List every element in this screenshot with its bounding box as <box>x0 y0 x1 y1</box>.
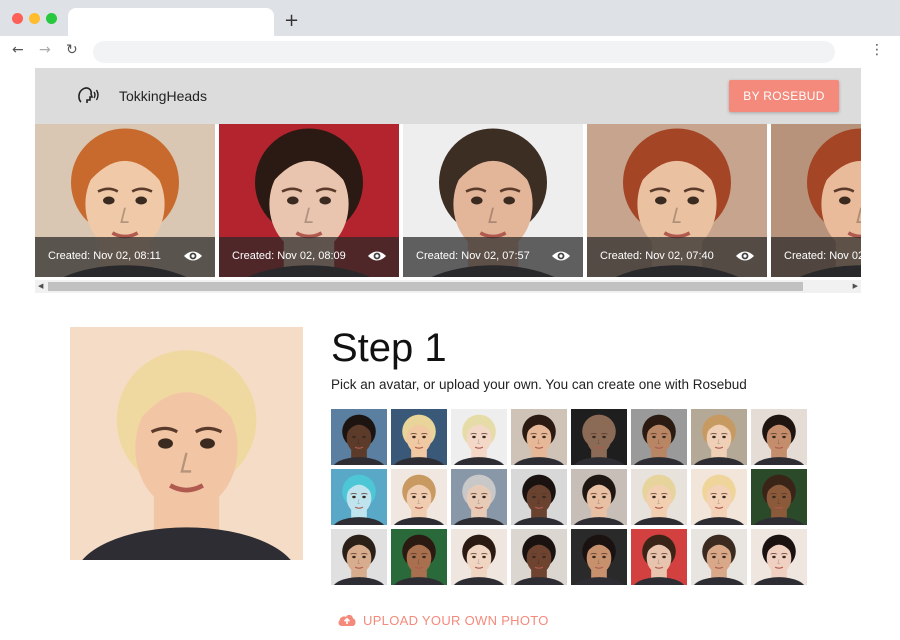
address-bar[interactable] <box>93 41 835 63</box>
maximize-window-button[interactable] <box>46 13 57 24</box>
avatar-option[interactable] <box>631 409 687 465</box>
close-window-button[interactable] <box>12 13 23 24</box>
avatar-thumbnail <box>751 409 807 465</box>
gallery-card[interactable]: Created: Nov 02, 08:11 <box>35 124 215 277</box>
avatar-option[interactable] <box>751 469 807 525</box>
upload-label: UPLOAD YOUR OWN PHOTO <box>363 612 549 628</box>
gallery-caption: Created: Nov 02 <box>771 237 861 277</box>
avatar-option[interactable] <box>391 469 447 525</box>
avatar-option[interactable] <box>691 469 747 525</box>
scroll-right-arrow-icon[interactable]: ▶ <box>853 282 858 290</box>
avatar-thumbnail <box>571 409 627 465</box>
avatar-option[interactable] <box>451 409 507 465</box>
avatar-thumbnail <box>751 469 807 525</box>
avatar-option[interactable] <box>331 409 387 465</box>
avatar-thumbnail <box>751 529 807 585</box>
view-eye-icon[interactable] <box>551 249 571 263</box>
talking-head-icon <box>78 87 99 103</box>
gallery-caption: Created: Nov 02, 07:40 <box>587 237 767 277</box>
avatar-option[interactable] <box>571 529 627 585</box>
step-instructions: Pick an avatar, or upload your own. You … <box>331 377 747 392</box>
avatar-option[interactable] <box>391 529 447 585</box>
avatar-option[interactable] <box>631 529 687 585</box>
avatar-option[interactable] <box>511 469 567 525</box>
upload-photo-button[interactable]: UPLOAD YOUR OWN PHOTO <box>337 612 549 628</box>
avatar-option[interactable] <box>631 469 687 525</box>
cloud-upload-icon <box>338 614 356 626</box>
avatar-thumbnail <box>631 469 687 525</box>
created-timestamp: Created: Nov 02, 08:09 <box>232 250 346 262</box>
avatar-thumbnail <box>571 529 627 585</box>
minimize-window-button[interactable] <box>29 13 40 24</box>
gallery-scrollbar[interactable]: ◀ ▶ <box>35 280 861 293</box>
avatar-thumbnail <box>691 469 747 525</box>
avatar-option[interactable] <box>331 529 387 585</box>
avatar-option[interactable] <box>751 409 807 465</box>
avatar-thumbnail <box>391 469 447 525</box>
gallery-card[interactable]: Created: Nov 02, 07:57 <box>403 124 583 277</box>
avatar-option[interactable] <box>451 529 507 585</box>
avatar-option[interactable] <box>511 529 567 585</box>
app-header: TokkingHeads BY ROSEBUD <box>35 68 861 124</box>
avatar-option[interactable] <box>571 409 627 465</box>
browser-tab[interactable] <box>68 8 274 38</box>
avatar-thumbnail <box>631 529 687 585</box>
avatar-option[interactable] <box>391 409 447 465</box>
scroll-left-arrow-icon[interactable]: ◀ <box>38 282 43 290</box>
forward-button[interactable]: → <box>39 42 51 58</box>
avatar-thumbnail <box>391 529 447 585</box>
back-button[interactable]: ← <box>12 42 24 58</box>
avatar-option[interactable] <box>691 529 747 585</box>
gallery-card[interactable]: Created: Nov 02, 07:40 <box>587 124 767 277</box>
avatar-thumbnail <box>451 529 507 585</box>
preview-portrait <box>70 327 303 560</box>
avatar-option[interactable] <box>571 469 627 525</box>
reload-button[interactable]: ↻ <box>66 42 78 58</box>
avatar-option[interactable] <box>751 529 807 585</box>
selected-avatar-preview <box>70 327 303 560</box>
created-timestamp: Created: Nov 02, 07:57 <box>416 250 530 262</box>
view-eye-icon[interactable] <box>735 249 755 263</box>
new-tab-button[interactable]: + <box>284 10 299 31</box>
window-controls <box>12 13 57 24</box>
avatar-thumbnail <box>691 529 747 585</box>
view-eye-icon[interactable] <box>367 249 387 263</box>
avatar-thumbnail <box>331 409 387 465</box>
gallery-card[interactable]: Created: Nov 02 <box>771 124 861 277</box>
avatar-thumbnail <box>391 409 447 465</box>
step-title: Step 1 <box>331 326 447 370</box>
gallery-caption: Created: Nov 02, 08:09 <box>219 237 399 277</box>
avatar-thumbnail <box>571 469 627 525</box>
created-timestamp: Created: Nov 02 <box>784 250 861 262</box>
avatar-thumbnail <box>331 529 387 585</box>
gallery-card[interactable]: Created: Nov 02, 08:09 <box>219 124 399 277</box>
avatar-thumbnail <box>451 469 507 525</box>
by-rosebud-button[interactable]: BY ROSEBUD <box>729 80 839 112</box>
avatar-option[interactable] <box>511 409 567 465</box>
avatar-option[interactable] <box>691 409 747 465</box>
created-timestamp: Created: Nov 02, 07:40 <box>600 250 714 262</box>
recent-creations-gallery: Created: Nov 02, 08:11 Created: Nov 02, 0… <box>35 124 861 280</box>
avatar-thumbnail <box>691 409 747 465</box>
view-eye-icon[interactable] <box>183 249 203 263</box>
gallery-caption: Created: Nov 02, 07:57 <box>403 237 583 277</box>
avatar-thumbnail <box>511 409 567 465</box>
avatar-thumbnail <box>511 529 567 585</box>
created-timestamp: Created: Nov 02, 08:11 <box>48 250 161 262</box>
avatar-thumbnail <box>331 469 387 525</box>
avatar-thumbnail <box>511 469 567 525</box>
avatar-thumbnail <box>631 409 687 465</box>
avatar-option[interactable] <box>331 469 387 525</box>
app-title: TokkingHeads <box>119 88 207 104</box>
avatar-thumbnail <box>451 409 507 465</box>
browser-menu-button[interactable]: ⋮ <box>870 42 884 58</box>
scrollbar-thumb[interactable] <box>48 282 803 291</box>
avatar-grid <box>331 409 811 589</box>
gallery-caption: Created: Nov 02, 08:11 <box>35 237 215 277</box>
avatar-option[interactable] <box>451 469 507 525</box>
